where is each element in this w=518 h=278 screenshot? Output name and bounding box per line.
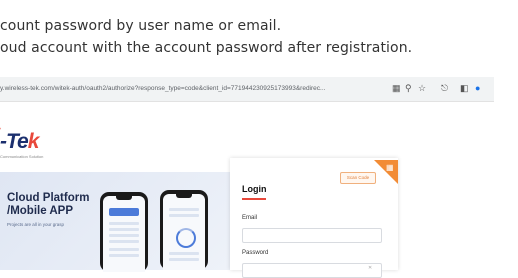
scan-code-button[interactable]: Scan Code [340, 172, 376, 184]
company-logo: ● -Tek Communication Solution [0, 126, 43, 159]
instruction-line-1: count password by user name or email. [0, 18, 282, 34]
sidebar-icon[interactable]: ◧ [460, 83, 469, 93]
logo-wordmark: -Tek [0, 130, 39, 153]
extensions-icon[interactable]: ⎋ [441, 83, 448, 93]
banner-subtitle: Projects are all in your grasp [7, 222, 65, 227]
phone-mockup-2 [160, 190, 208, 270]
url-text[interactable]: y.wireless-tek.com/witek-auth/oauth2/aut… [0, 85, 385, 92]
translate-icon[interactable]: ▦ [392, 83, 401, 93]
logo-dot-icon: ● [0, 126, 1, 132]
show-password-icon[interactable]: ✕ [368, 265, 372, 271]
email-field[interactable] [242, 228, 382, 243]
browser-address-bar: y.wireless-tek.com/witek-auth/oauth2/aut… [0, 77, 494, 102]
qr-code-icon[interactable]: ▦ [386, 163, 394, 172]
zoom-icon[interactable]: ⚲ [405, 83, 412, 93]
login-title: Login [242, 184, 267, 194]
instruction-line-2: oud account with the account password af… [0, 40, 413, 56]
profile-icon[interactable]: ● [475, 83, 480, 93]
logo-tagline: Communication Solution [0, 154, 44, 159]
login-tab-underline [242, 198, 266, 200]
star-icon[interactable]: ☆ [418, 83, 426, 93]
banner-title: Cloud Platform /Mobile APP [7, 192, 90, 217]
password-label: Password [242, 250, 269, 256]
email-label: Email [242, 215, 258, 221]
phone-mockup-1 [100, 192, 148, 272]
password-field[interactable] [242, 263, 382, 278]
